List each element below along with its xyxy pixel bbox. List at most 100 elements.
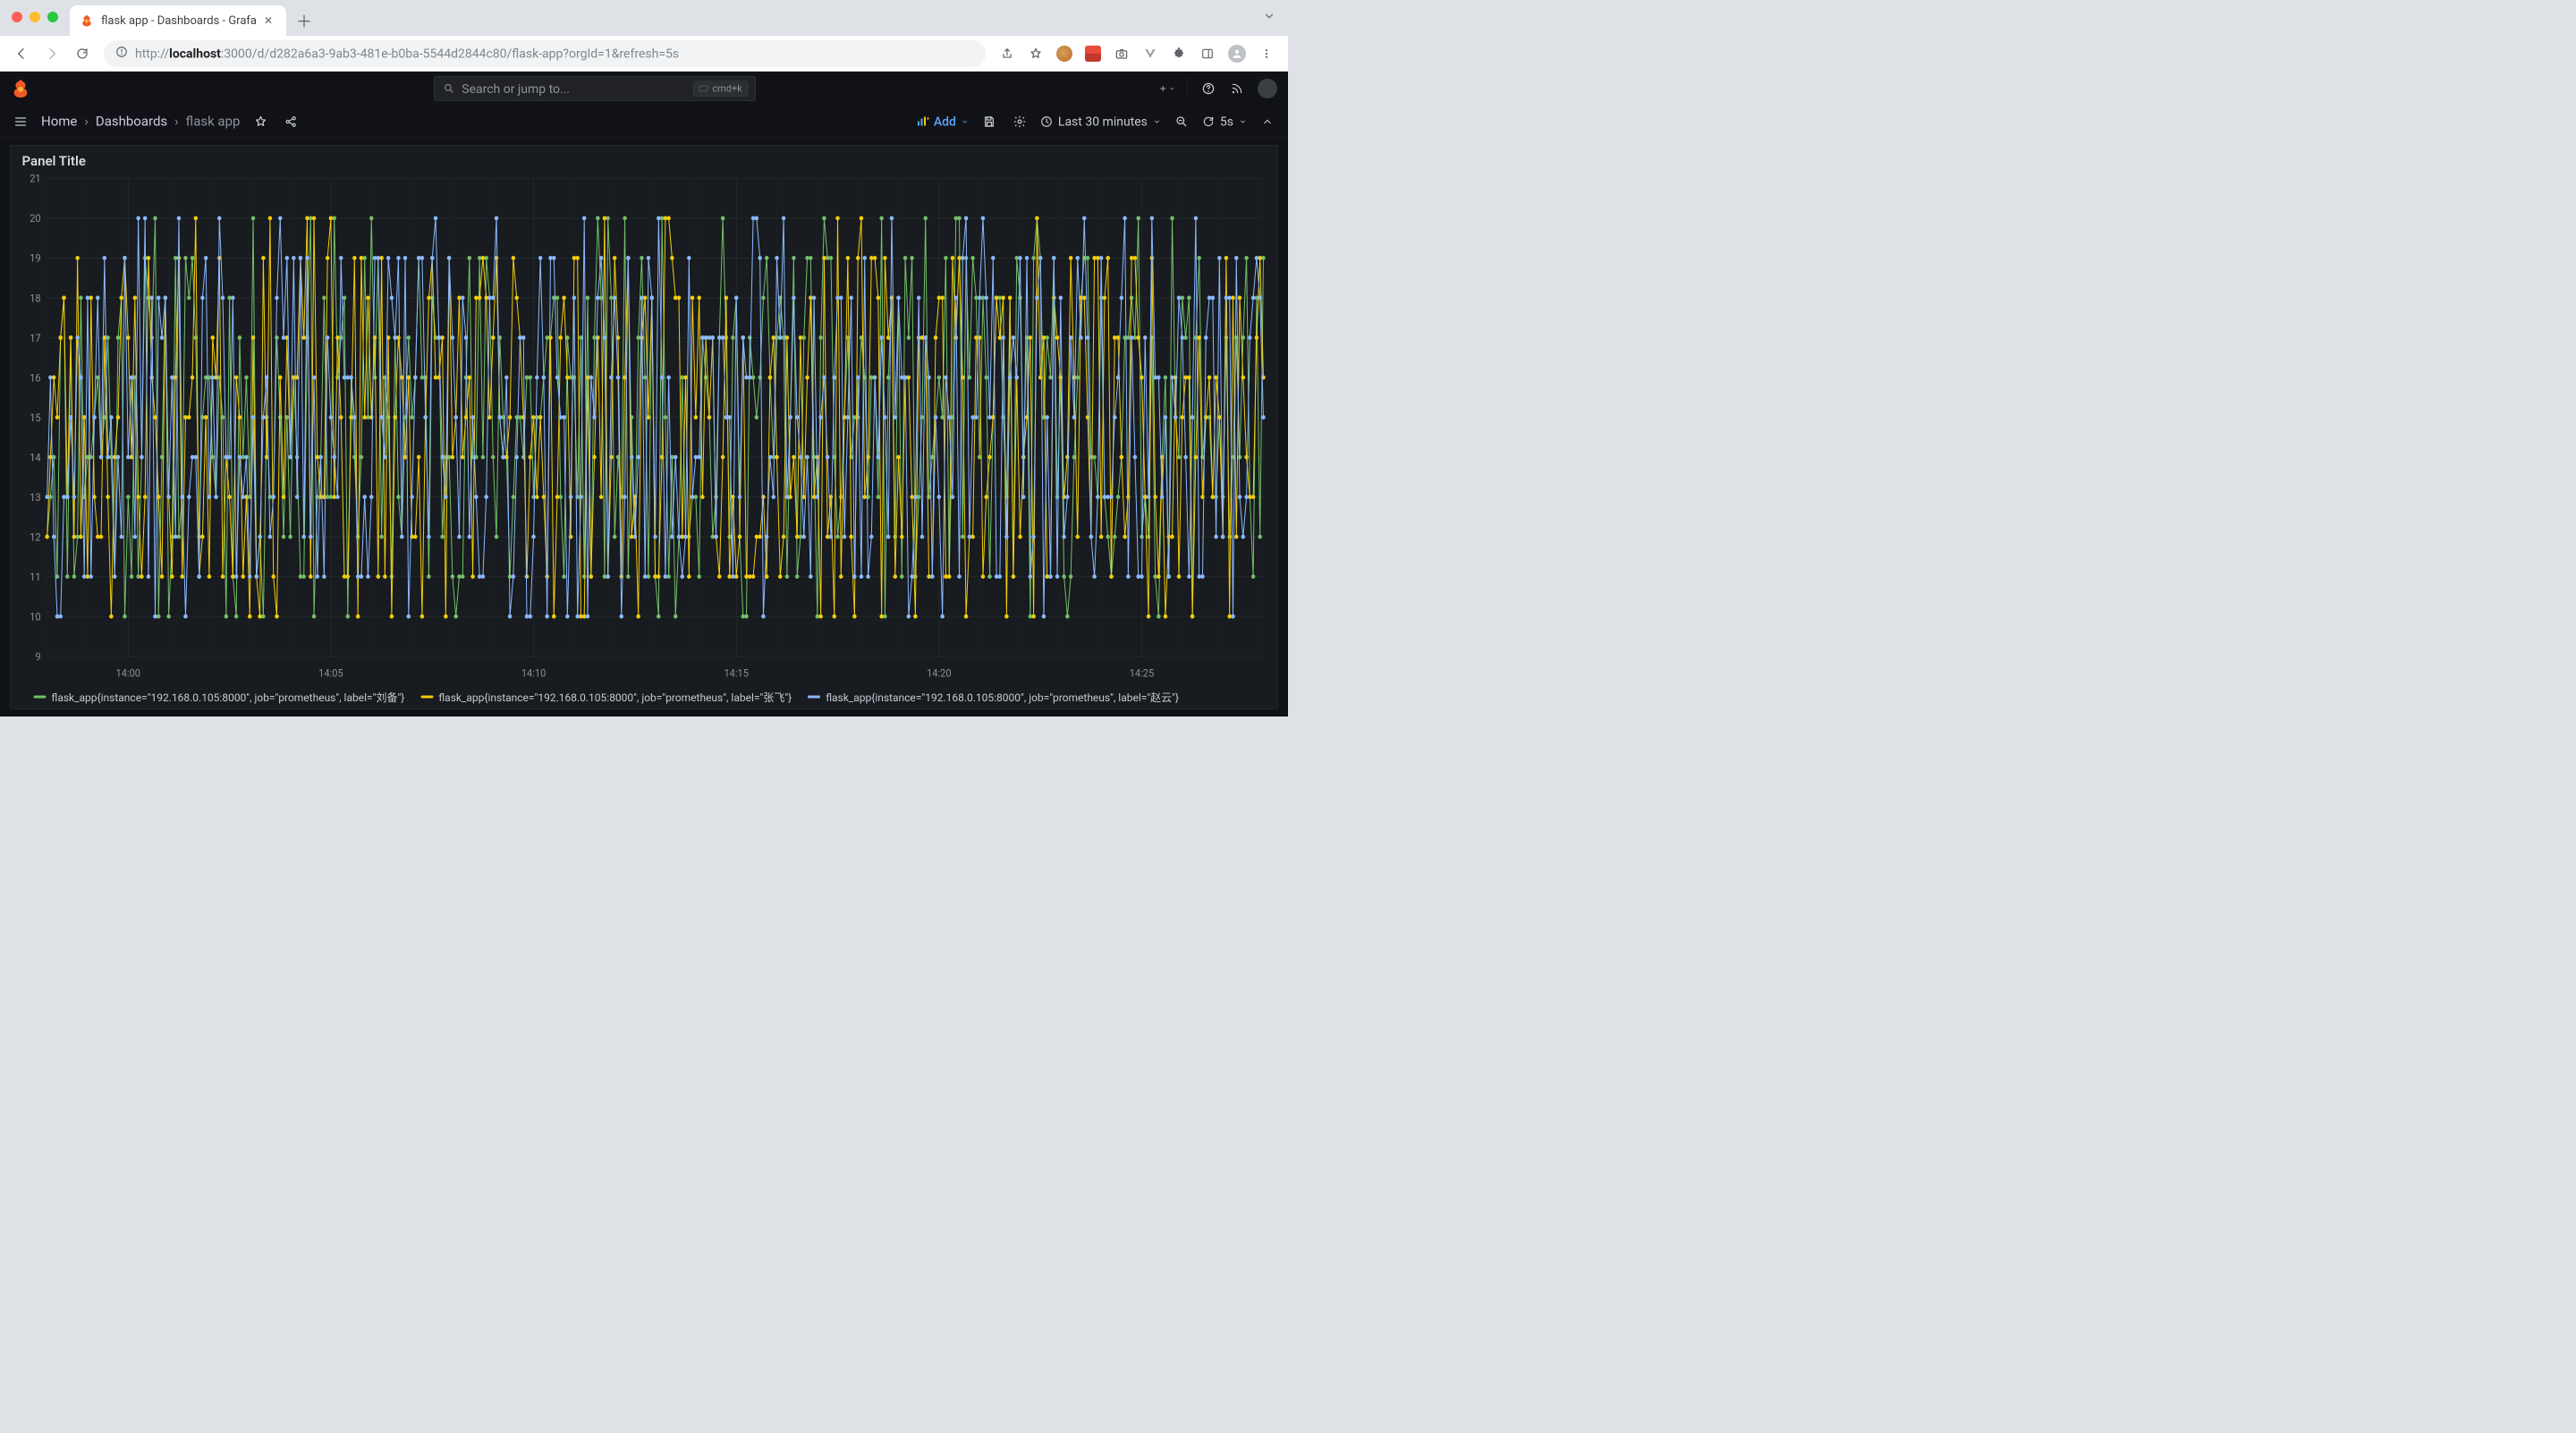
crumb-dashboards[interactable]: Dashboards	[96, 114, 167, 130]
svg-text:14:10: 14:10	[521, 666, 546, 679]
browser-tabstrip: flask app - Dashboards - Grafa ✕ ＋	[0, 0, 1288, 36]
nav-reload-button[interactable]	[70, 41, 95, 66]
new-tab-button[interactable]: ＋	[292, 8, 317, 33]
nav-forward-button[interactable]	[39, 41, 64, 66]
crumb-current: flask app	[186, 114, 241, 130]
svg-text:15: 15	[30, 411, 40, 423]
chevron-right-icon: ›	[84, 114, 89, 130]
vue-extension-icon[interactable]	[1142, 46, 1158, 62]
tab-title: flask app - Dashboards - Grafa	[101, 14, 257, 28]
menu-toggle-icon[interactable]	[11, 112, 30, 131]
add-panel-button[interactable]: + Add	[917, 114, 969, 130]
zoom-out-icon[interactable]	[1172, 112, 1191, 131]
svg-text:21: 21	[30, 174, 40, 185]
clock-icon	[1040, 115, 1053, 128]
svg-text:17: 17	[30, 331, 40, 343]
divider	[1188, 80, 1189, 98]
add-label: Add	[934, 114, 956, 130]
window-traffic-lights	[12, 12, 58, 22]
svg-text:+: +	[927, 116, 929, 122]
kebab-menu-icon[interactable]	[1258, 46, 1275, 62]
sidepanel-icon[interactable]	[1199, 46, 1216, 62]
bookmark-star-icon[interactable]	[1028, 46, 1044, 62]
legend-label: flask_app{instance="192.168.0.105:8000",…	[438, 689, 792, 705]
svg-text:14:25: 14:25	[1130, 666, 1154, 679]
dashboard-grid: Panel Title 910111213141516171819202114:…	[0, 138, 1288, 716]
panel-plot[interactable]: 910111213141516171819202114:0014:0514:10…	[16, 174, 1273, 685]
search-shortcut-badge: cmd+k	[693, 81, 748, 97]
profile-avatar-icon[interactable]	[1228, 45, 1246, 63]
search-icon	[443, 83, 454, 95]
legend-item[interactable]: flask_app{instance="192.168.0.105:8000",…	[420, 689, 792, 705]
share-icon[interactable]	[999, 46, 1015, 62]
browser-tab[interactable]: flask app - Dashboards - Grafa ✕	[70, 5, 286, 36]
window-minimize-dot[interactable]	[30, 12, 40, 22]
breadcrumbs: Home › Dashboards › flask app	[41, 114, 240, 130]
grafana-favicon	[80, 13, 94, 28]
timeseries-panel[interactable]: Panel Title 910111213141516171819202114:…	[10, 145, 1278, 709]
tab-close-icon[interactable]: ✕	[264, 14, 273, 27]
favorite-star-icon[interactable]	[250, 112, 270, 131]
svg-text:14:20: 14:20	[927, 666, 951, 679]
svg-text:14:00: 14:00	[116, 666, 140, 679]
search-placeholder: Search or jump to...	[462, 81, 570, 97]
chevron-down-icon	[961, 117, 969, 125]
tablist-chevron-icon[interactable]	[1263, 10, 1275, 26]
share-panel-icon[interactable]	[281, 112, 301, 131]
url-bar[interactable]: http://localhost:3000/d/d282a6a3-9ab3-48…	[104, 40, 986, 67]
camera-icon[interactable]	[1114, 46, 1130, 62]
nav-back-button[interactable]	[9, 41, 34, 66]
panel-legend: flask_app{instance="192.168.0.105:8000",…	[16, 685, 1273, 705]
chevron-down-icon	[1153, 117, 1161, 125]
toolbar-icons	[995, 45, 1279, 63]
site-info-icon[interactable]	[115, 46, 128, 62]
extension-cookie-icon[interactable]	[1056, 46, 1072, 62]
save-dashboard-icon[interactable]	[979, 112, 999, 131]
extensions-puzzle-icon[interactable]	[1171, 46, 1187, 62]
panel-title: Panel Title	[16, 154, 1273, 174]
help-icon[interactable]	[1200, 81, 1216, 97]
extension-red-icon[interactable]	[1085, 46, 1101, 62]
bar-chart-icon: +	[917, 116, 929, 126]
grafana-subnav: Home › Dashboards › flask app + Add Last…	[0, 106, 1288, 138]
window-close-dot[interactable]	[12, 12, 22, 22]
add-plus-icon[interactable]	[1159, 81, 1175, 97]
browser-toolbar: http://localhost:3000/d/d282a6a3-9ab3-48…	[0, 36, 1288, 72]
svg-text:16: 16	[30, 371, 40, 384]
svg-text:13: 13	[30, 490, 40, 503]
svg-text:9: 9	[35, 650, 40, 663]
global-search[interactable]: Search or jump to... cmd+k	[434, 76, 756, 101]
url-text: http://localhost:3000/d/d282a6a3-9ab3-48…	[135, 47, 679, 62]
collapse-up-icon[interactable]	[1258, 112, 1277, 131]
svg-text:19: 19	[30, 251, 40, 264]
chevron-down-icon	[1239, 117, 1247, 125]
crumb-home[interactable]: Home	[41, 114, 77, 130]
legend-label: flask_app{instance="192.168.0.105:8000",…	[52, 689, 405, 705]
legend-swatch	[808, 695, 820, 698]
chevron-right-icon: ›	[174, 114, 179, 130]
time-range-label: Last 30 minutes	[1058, 114, 1148, 130]
refresh-interval-label: 5s	[1220, 114, 1233, 130]
user-avatar[interactable]	[1258, 79, 1277, 98]
grafana-app: Search or jump to... cmd+k Home › Dashb	[0, 72, 1288, 716]
legend-label: flask_app{instance="192.168.0.105:8000",…	[826, 689, 1179, 705]
grafana-logo-icon[interactable]	[11, 79, 30, 98]
topbar-right	[1159, 79, 1278, 98]
svg-text:18: 18	[30, 292, 40, 304]
svg-text:14:15: 14:15	[724, 666, 748, 679]
dashboard-settings-icon[interactable]	[1010, 112, 1030, 131]
svg-text:14:05: 14:05	[318, 666, 343, 679]
legend-item[interactable]: flask_app{instance="192.168.0.105:8000",…	[34, 689, 405, 705]
svg-text:20: 20	[30, 212, 40, 225]
grafana-topbar: Search or jump to... cmd+k	[0, 72, 1288, 106]
legend-swatch	[420, 695, 433, 698]
refresh-icon	[1202, 115, 1215, 128]
time-range-picker[interactable]: Last 30 minutes	[1040, 114, 1161, 130]
legend-swatch	[34, 695, 47, 698]
svg-text:12: 12	[30, 530, 41, 543]
refresh-interval-picker[interactable]: 5s	[1202, 114, 1247, 130]
legend-item[interactable]: flask_app{instance="192.168.0.105:8000",…	[808, 689, 1179, 705]
window-zoom-dot[interactable]	[47, 12, 58, 22]
svg-text:10: 10	[30, 610, 40, 623]
rss-icon[interactable]	[1229, 81, 1245, 97]
